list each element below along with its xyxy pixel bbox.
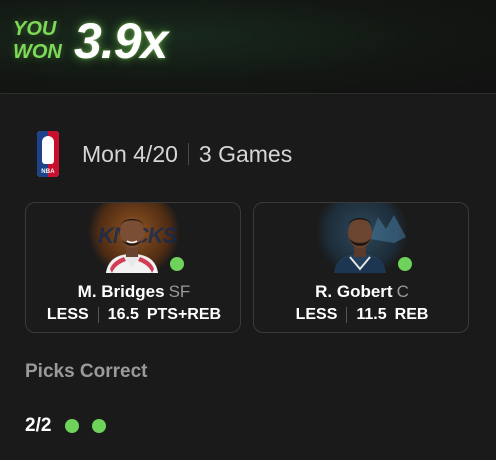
player-name: M. Bridges [77, 282, 165, 301]
nba-logo-text: NBA [41, 169, 55, 175]
pick-stat: PTS+REB [146, 306, 222, 323]
player-position: C [396, 282, 409, 301]
divider [346, 307, 348, 323]
pick-detail: LESS 16.5 PTS+REB [26, 306, 240, 324]
pick-direction: LESS [46, 306, 89, 323]
picks-correct-label: Picks Correct [25, 361, 148, 382]
nba-logo-icon: NBA [37, 131, 59, 177]
check-dot-icon [396, 255, 414, 273]
correct-dot-icon [65, 419, 80, 433]
player-name-line: M. Bridges SF [26, 282, 240, 302]
pick-line-value: 11.5 [356, 306, 387, 323]
pick-card-bridges[interactable]: KNICKS M. BridgesSF LESS 16.5 PTS+REB [25, 202, 241, 333]
picks-correct-row: 2/2 [25, 415, 119, 437]
player-name-line: R. Gobert C [254, 282, 468, 302]
player-name: R. Gobert [315, 282, 393, 301]
you-label: YOU [13, 18, 57, 40]
pick-direction: LESS [295, 306, 338, 323]
divider [187, 143, 189, 165]
result-header: YOU WON 3.9x [0, 0, 496, 94]
payout-multiplier: 3.9x [74, 13, 168, 69]
player-headshot-icon [334, 218, 386, 273]
pick-line-value: 16.5 [107, 306, 139, 323]
games-count: 3 Games [198, 140, 293, 167]
divider [97, 307, 99, 323]
picks-correct-count: 2/2 [25, 415, 52, 436]
check-dot-icon [168, 255, 186, 273]
won-label: WON [13, 41, 62, 63]
you-won-label: YOU WON [13, 18, 69, 64]
pick-stat: REB [394, 306, 429, 323]
player-position: SF [168, 282, 191, 301]
slate-date: Mon 4/20 [82, 140, 178, 167]
correct-dot-icon [92, 419, 107, 433]
player-headshot-icon [106, 218, 158, 273]
slate-info: NBA Mon 4/20 3 Games [37, 131, 292, 177]
pick-detail: LESS 11.5 REB [254, 306, 468, 324]
pick-card-gobert[interactable]: R. Gobert C LESS 11.5 REB [253, 202, 469, 333]
